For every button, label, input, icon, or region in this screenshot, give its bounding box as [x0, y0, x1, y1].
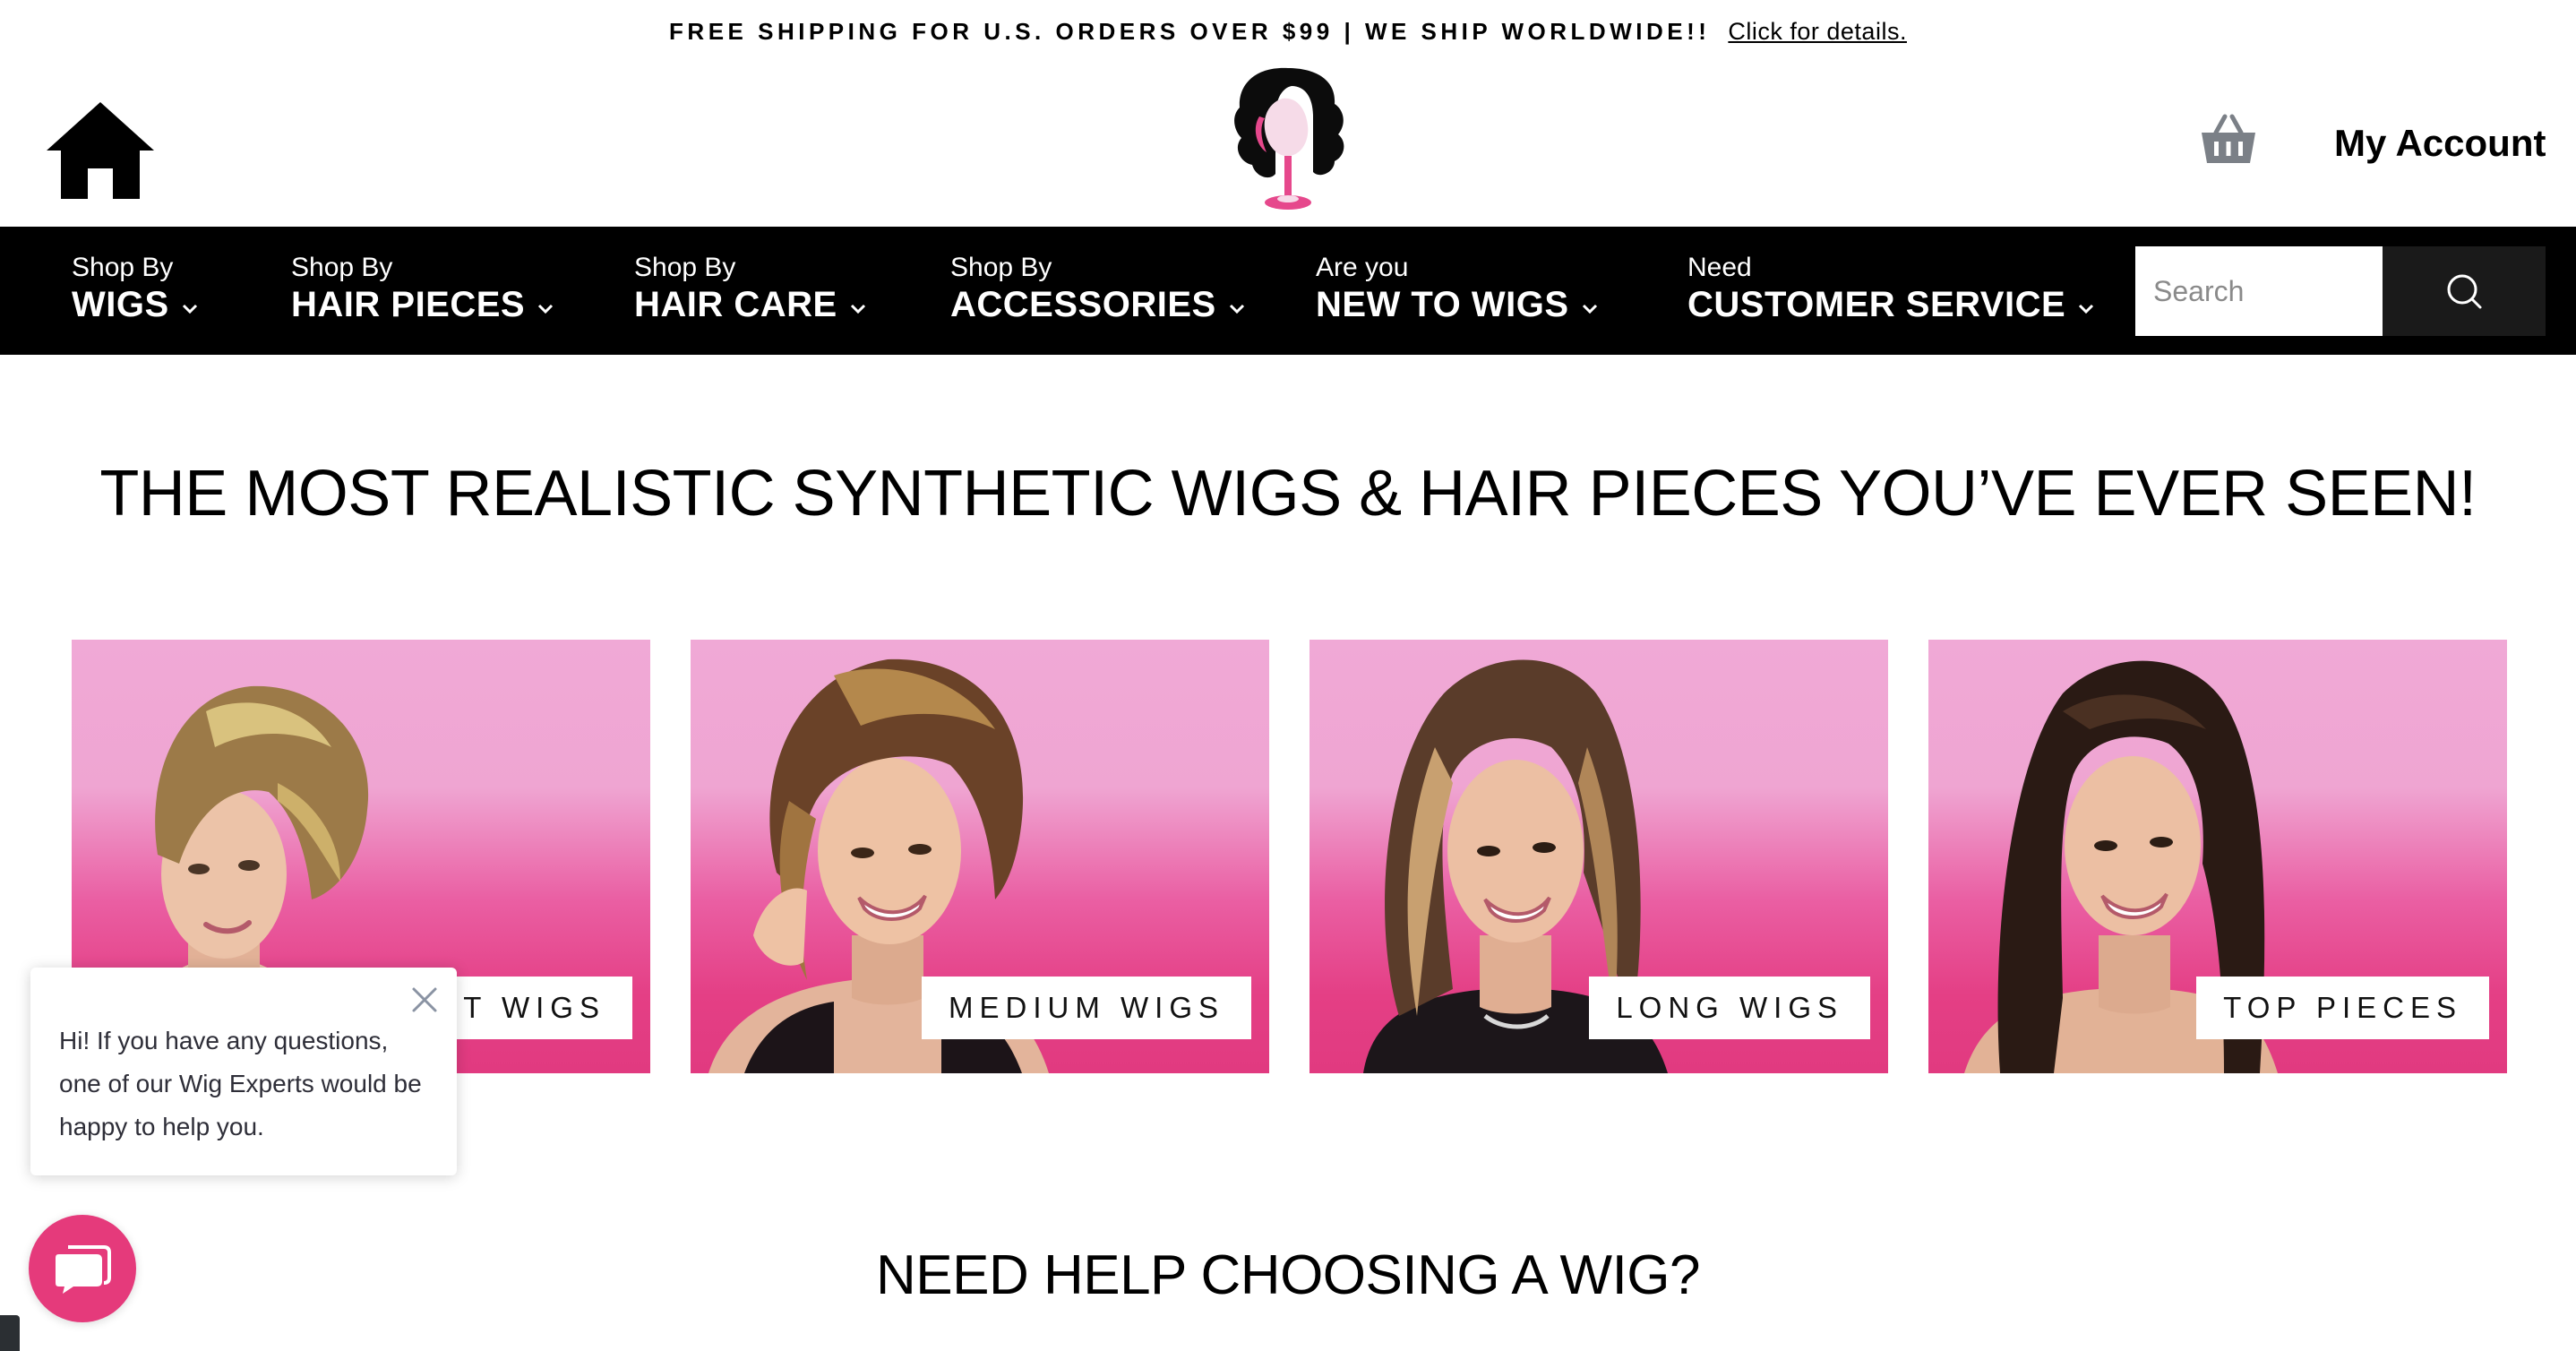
nav-item-prefix: Are you [1316, 253, 1409, 282]
home-icon[interactable] [43, 99, 158, 202]
search-input[interactable] [2135, 246, 2383, 336]
my-account-link[interactable]: My Account [2334, 122, 2546, 165]
main-nav: Shop By WIGS Shop By HAIR PIECES Shop By… [0, 227, 2576, 355]
nav-item-prefix: Need [1687, 253, 1752, 282]
chat-message: Hi! If you have any questions, one of ou… [59, 1027, 422, 1140]
search-icon [2447, 274, 2482, 309]
nav-item-wigs[interactable]: Shop By WIGS [72, 252, 198, 325]
chevron-down-icon [538, 304, 554, 314]
chat-popup: Hi! If you have any questions, one of ou… [30, 968, 457, 1175]
section-heading: NEED HELP CHOOSING A WIG? [875, 1244, 1701, 1306]
tile-label[interactable]: LONG WIGS [1589, 977, 1870, 1039]
chevron-down-icon [1229, 304, 1244, 314]
category-tile-long-wigs[interactable]: LONG WIGS [1309, 640, 1888, 1073]
close-icon[interactable] [410, 985, 439, 1014]
nav-item-prefix: Shop By [291, 253, 393, 282]
nav-item-label: ACCESSORIES [950, 285, 1216, 324]
nav-item-label: HAIR CARE [634, 285, 837, 324]
chevron-down-icon [850, 304, 865, 314]
nav-item-prefix: Shop By [634, 253, 736, 282]
nav-item-label: WIGS [72, 285, 169, 324]
nav-item-customer-service[interactable]: Need CUSTOMER SERVICE [1687, 252, 2094, 325]
tile-label[interactable]: MEDIUM WIGS [922, 977, 1251, 1039]
chevron-down-icon [182, 304, 197, 314]
chevron-down-icon [1582, 304, 1597, 314]
nav-item-label: HAIR PIECES [291, 285, 526, 324]
tile-label[interactable]: TOP PIECES [2196, 977, 2489, 1039]
nav-item-label: NEW TO WIGS [1316, 285, 1569, 324]
nav-item-prefix: Shop By [950, 253, 1052, 282]
nav-item-prefix: Shop By [72, 253, 174, 282]
announcement-bar: FREE SHIPPING FOR U.S. ORDERS OVER $99 |… [0, 0, 2576, 63]
shipping-details-link[interactable]: Click for details. [1728, 18, 1907, 46]
announcement-text: FREE SHIPPING FOR U.S. ORDERS OVER $99 |… [669, 17, 1711, 45]
nav-item-label: CUSTOMER SERVICE [1687, 285, 2066, 324]
search-button[interactable] [2383, 246, 2546, 336]
nav-item-hair-care[interactable]: Shop By HAIR CARE [634, 252, 866, 325]
nav-item-accessories[interactable]: Shop By ACCESSORIES [950, 252, 1245, 325]
category-tile-top-pieces[interactable]: TOP PIECES [1928, 640, 2507, 1073]
chevron-down-icon [2079, 304, 2094, 314]
shopping-basket-icon[interactable] [2200, 111, 2257, 167]
nav-item-new-to-wigs[interactable]: Are you NEW TO WIGS [1316, 252, 1598, 325]
page-headline: THE MOST REALISTIC SYNTHETIC WIGS & HAIR… [99, 458, 2477, 529]
wig-stand-logo[interactable] [1220, 63, 1356, 224]
nav-item-hair-pieces[interactable]: Shop By HAIR PIECES [291, 252, 554, 325]
category-tile-medium-wigs[interactable]: MEDIUM WIGS [691, 640, 1269, 1073]
corner-widget-tab[interactable] [0, 1315, 20, 1351]
